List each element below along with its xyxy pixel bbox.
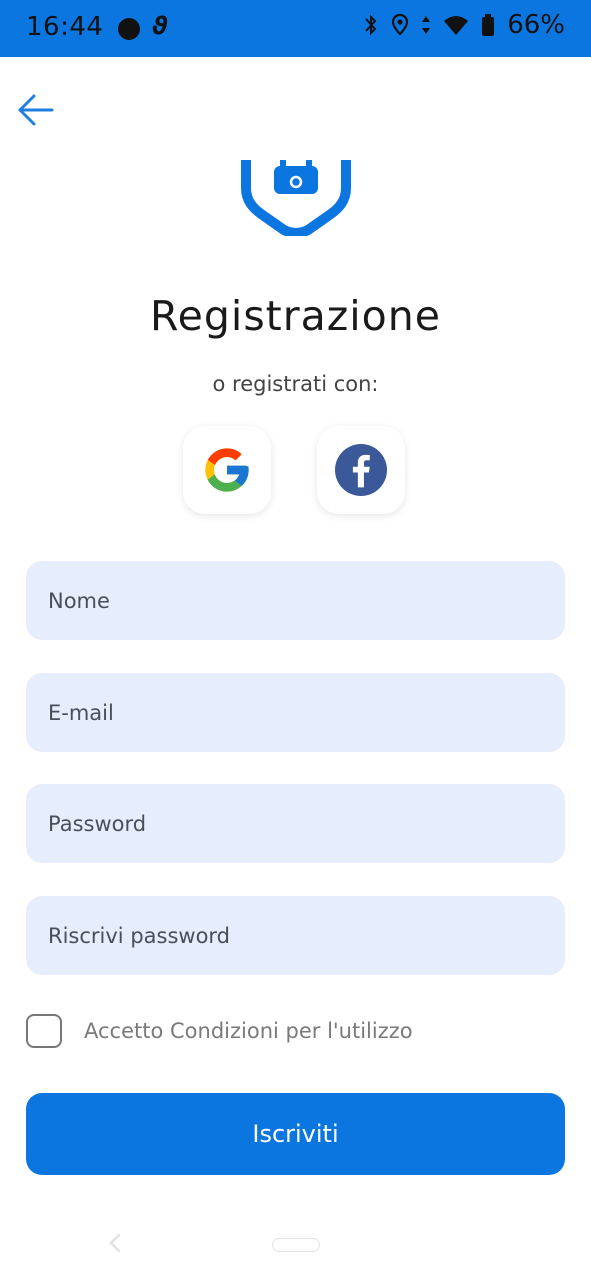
arrow-left-icon[interactable] xyxy=(14,88,58,132)
wifi-icon xyxy=(444,16,469,35)
status-time: 16:44 xyxy=(26,12,104,42)
name-field[interactable] xyxy=(46,587,545,614)
status-bar: 16:44 ϑ 66% xyxy=(0,0,591,57)
nav-home-handle[interactable] xyxy=(272,1238,320,1252)
data-arrows-icon xyxy=(422,16,431,34)
submit-button[interactable]: Iscriviti xyxy=(26,1093,565,1175)
name-field-container xyxy=(26,561,565,640)
terms-label: Accetto Condizioni per l'utilizzo xyxy=(84,1019,413,1043)
nav-back-icon[interactable] xyxy=(106,1232,124,1254)
facebook-icon xyxy=(335,444,387,496)
app-notification-icon: ϑ xyxy=(152,12,168,40)
status-icons: 66% xyxy=(363,10,565,40)
terms-row: Accetto Condizioni per l'utilizzo xyxy=(26,1014,413,1048)
battery-percent: 66% xyxy=(507,10,565,40)
password-field[interactable] xyxy=(46,810,545,837)
facebook-login-button[interactable] xyxy=(317,426,405,514)
battery-icon xyxy=(482,14,495,36)
page-title: Registrazione xyxy=(150,292,441,340)
bluetooth-icon xyxy=(365,14,377,36)
email-field[interactable] xyxy=(46,699,545,726)
terms-checkbox[interactable] xyxy=(26,1014,62,1048)
repeat-password-field-container xyxy=(26,896,565,975)
social-subtitle: o registrati con: xyxy=(212,372,379,396)
shield-logo-icon xyxy=(241,160,351,236)
google-icon xyxy=(205,448,249,492)
notification-dot-icon xyxy=(118,18,140,40)
email-field-container xyxy=(26,673,565,752)
password-field-container xyxy=(26,784,565,863)
location-icon xyxy=(392,13,409,36)
repeat-password-field[interactable] xyxy=(46,922,545,949)
google-login-button[interactable] xyxy=(183,426,271,514)
